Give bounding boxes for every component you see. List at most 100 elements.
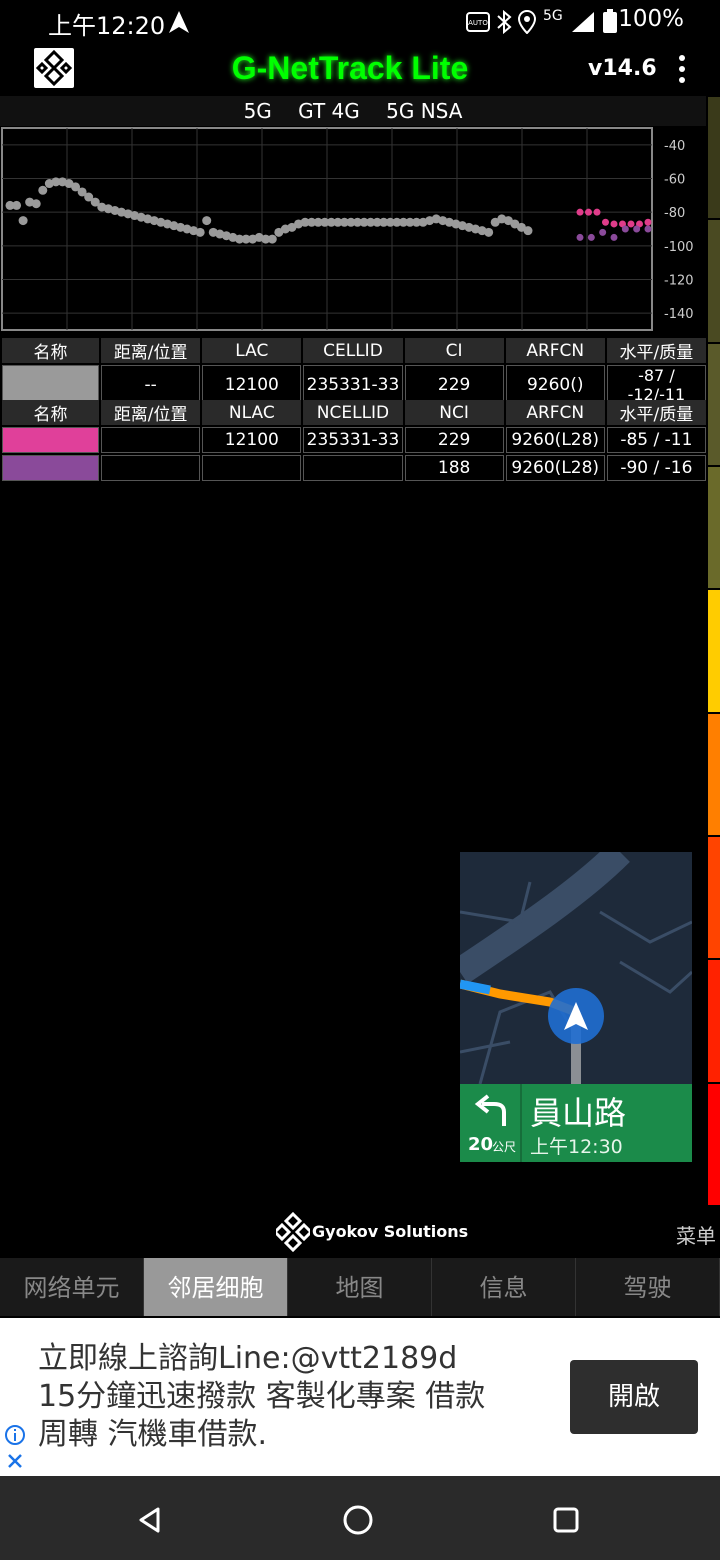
data-point [576,233,584,241]
cell-arfcn: 9260(L28) [505,455,605,481]
tech-label-5g: 5G [243,99,272,123]
battery-percent: 100% [618,6,684,32]
card-divider [520,1084,522,1162]
data-point [31,199,41,209]
bluetooth-icon [497,10,512,34]
data-point [633,225,641,233]
data-point [599,228,607,236]
table-header-row: 名称 距离/位置 LAC CELLID CI ARFCN 水平/质量 [2,338,706,363]
data-point [593,208,601,216]
cell-nlac: 12100 [202,427,302,453]
col-header-ncellid: NCELLID [303,400,403,425]
col-header-name: 名称 [2,400,100,425]
home-icon[interactable] [342,1504,374,1536]
col-header-nlac: NLAC [202,400,302,425]
ad-line: 15分鐘迅速撥款 客製化專案 借款 [38,1379,486,1414]
col-header-arfcn: ARFCN [505,400,605,425]
cell-ncellid: 235331-33 [303,427,403,453]
brand-name: Gyokov Solutions [312,1222,469,1241]
recents-icon[interactable] [552,1506,580,1534]
ad-banner[interactable]: 立即線上諮詢Line:@vtt2189d 15分鐘迅速撥款 客製化專案 借款 周… [0,1318,720,1476]
data-point [267,234,277,244]
data-point [602,218,609,226]
ad-info-icon[interactable] [4,1424,26,1446]
data-point [12,200,22,210]
data-point [195,227,205,237]
tech-label-5gnsa: 5G NSA [386,99,463,123]
tab-neighbor-cells[interactable]: 邻居细胞 [144,1258,288,1316]
row-swatch [2,455,100,481]
col-header-arfcn: ARFCN [505,338,605,363]
col-header-lac: LAC [202,338,302,363]
bottom-tab-bar: 网络单元 邻居细胞 地图 信息 驾驶 [0,1258,720,1316]
strip-segment [708,713,720,835]
strip-segment [708,220,720,342]
svg-text:AUTO: AUTO [468,19,488,27]
strip-segment [708,1083,720,1205]
data-point [644,218,652,226]
battery-icon [603,9,617,33]
eta-time: 上午12:30 [530,1136,623,1158]
col-header-distance: 距离/位置 [101,338,201,363]
ad-text: 立即線上諮詢Line:@vtt2189d 15分鐘迅速撥款 客製化專案 借款 周… [38,1340,558,1454]
data-point [610,233,618,241]
turn-left-icon [474,1094,506,1126]
overflow-menu-icon[interactable] [672,52,692,88]
y-tick-label: -40 [664,139,685,154]
table-header-row: 名称 距离/位置 NLAC NCELLID NCI ARFCN 水平/质量 [2,400,706,425]
cell-level: -85 / -11 [606,427,706,453]
strip-segment [708,837,720,959]
app-bar: G-NetTrack Lite v14.6 [0,44,720,96]
technology-bar: 5G GT 4G 5G NSA [0,96,706,126]
strip-segment [708,590,720,712]
cell-arfcn: 9260(L28) [505,427,605,453]
table-row: 12100 235331-33 229 9260(L28) -85 / -11 [2,427,706,453]
menu-link[interactable]: 菜单 [676,1220,716,1249]
data-point [610,220,618,228]
turn-distance: 20 [468,1134,494,1155]
tab-drive[interactable]: 驾驶 [576,1258,720,1316]
map-view [460,852,692,1085]
cell-nci: 229 [404,427,504,453]
cell-nci: 188 [404,455,504,481]
col-header-level: 水平/质量 [606,400,706,425]
tab-info[interactable]: 信息 [432,1258,576,1316]
col-header-level: 水平/质量 [606,338,706,363]
ad-line: 立即線上諮詢Line:@vtt2189d [38,1341,458,1376]
ad-line: 周轉 汽機車借款. [38,1417,268,1452]
gyokov-logo-icon [276,1212,310,1252]
strip-segment [708,97,720,219]
data-point [621,225,629,233]
data-point [587,233,595,241]
data-point [202,216,212,226]
auto-hz-icon: AUTO [466,12,490,32]
serving-cell-table: 名称 距离/位置 LAC CELLID CI ARFCN 水平/质量 -- 12… [0,336,708,407]
col-header-nci: NCI [404,400,504,425]
tech-label-gt4g: GT 4G [298,99,360,123]
y-tick-label: -120 [664,274,694,289]
row-swatch [2,427,100,453]
ad-open-button[interactable]: 開啟 [570,1360,698,1434]
navigation-arrow-icon [169,11,189,33]
cell-nlac [202,455,302,481]
signal-chart: -40 -60 -80 -100 -120 -140 [1,127,694,331]
street-name: 員山路 [530,1094,627,1132]
turn-instruction-card[interactable]: 員山路 20 公尺 上午12:30 [460,1084,692,1162]
y-tick-label: -60 [664,173,685,188]
tab-network-cell[interactable]: 网络单元 [0,1258,144,1316]
status-bar: 上午12:20 AUTO 5G 100% [0,0,720,44]
y-tick-label: -100 [664,240,694,255]
y-tick-label: -140 [664,307,694,322]
cell-level: -90 / -16 [606,455,706,481]
col-header-cellid: CELLID [303,338,403,363]
col-header-distance: 距离/位置 [101,400,201,425]
tab-map[interactable]: 地图 [288,1258,432,1316]
ad-close-icon[interactable] [6,1452,24,1470]
strip-segment [708,467,720,589]
app-version: v14.6 [588,56,657,81]
data-point [523,226,533,236]
back-icon[interactable] [136,1506,164,1534]
location-icon [518,10,536,34]
neighbor-cell-table: 名称 距离/位置 NLAC NCELLID NCI ARFCN 水平/质量 12… [0,398,708,483]
status-time: 上午12:20 [48,12,166,40]
